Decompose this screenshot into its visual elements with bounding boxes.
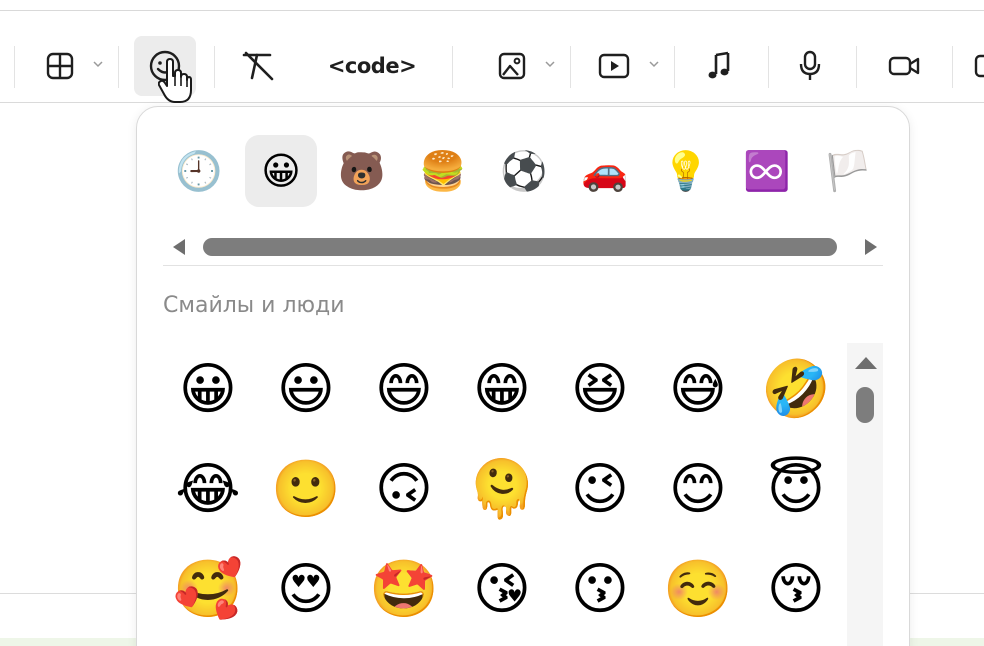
microphone-button[interactable] — [792, 36, 828, 96]
toolbar-divider — [0, 102, 984, 103]
emoji-item[interactable]: 🙂 — [261, 445, 351, 535]
chevron-down-icon[interactable] — [648, 58, 660, 70]
soccer-ball-icon: ⚽ — [500, 149, 548, 193]
emoji-item[interactable]: 🙃 — [359, 445, 449, 535]
toolbar-separator — [14, 46, 15, 88]
category-activity-tab[interactable]: ⚽ — [488, 135, 560, 207]
camera-button[interactable] — [884, 36, 924, 96]
emoji-item[interactable]: 😆 — [555, 345, 645, 435]
emoji-item[interactable]: 😃 — [261, 345, 351, 435]
burger-icon: 🍔 — [419, 149, 467, 193]
audio-button[interactable] — [700, 36, 740, 96]
emoji-item[interactable]: 😗 — [555, 545, 645, 635]
emoji-item[interactable]: 😍 — [261, 545, 351, 635]
category-food-tab[interactable]: 🍔 — [407, 135, 479, 207]
more-button[interactable] — [970, 36, 984, 96]
music-note-icon — [708, 51, 730, 79]
vertical-scroll-thumb[interactable] — [856, 387, 874, 423]
microphone-icon — [799, 50, 821, 80]
editor-page: <code> 🕘 😀 🐻 🍔 ⚽ 🚗 💡 ♾️ 🏳️ Смайлы и люди… — [0, 0, 984, 646]
car-icon: 🚗 — [581, 149, 629, 193]
chevron-down-icon[interactable] — [92, 58, 104, 70]
scroll-right-arrow-icon[interactable] — [865, 239, 877, 255]
video-button[interactable] — [592, 36, 636, 96]
category-scrollbar[interactable] — [167, 235, 883, 259]
emoji-item[interactable]: 😀 — [163, 345, 253, 435]
flag-icon: 🏳️ — [824, 149, 872, 193]
toolbar-separator — [118, 46, 119, 88]
toolbar-separator — [952, 46, 953, 88]
emoji-item[interactable]: ☺️ — [653, 545, 743, 635]
category-flags-tab[interactable]: 🏳️ — [812, 135, 884, 207]
emoji-item[interactable]: 😄 — [359, 345, 449, 435]
video-play-icon — [598, 53, 630, 79]
partial-icon — [974, 54, 984, 78]
scroll-left-arrow-icon[interactable] — [173, 239, 185, 255]
emoji-item[interactable]: 😁 — [457, 345, 547, 435]
toolbar-separator — [768, 46, 769, 88]
emoji-item[interactable]: 😉 — [555, 445, 645, 535]
category-symbols-tab[interactable]: ♾️ — [731, 135, 803, 207]
emoji-vertical-scrollbar[interactable] — [847, 343, 883, 646]
emoji-item[interactable]: 😅 — [653, 345, 743, 435]
horizontal-scroll-thumb[interactable] — [203, 238, 837, 256]
category-recent-tab[interactable]: 🕘 — [163, 135, 235, 207]
clear-format-icon — [242, 51, 274, 81]
section-title: Смайлы и люди — [163, 293, 345, 318]
emoji-item[interactable]: 🤣 — [751, 345, 841, 435]
toolbar-separator — [452, 46, 453, 88]
emoji-item[interactable]: 😇 — [751, 445, 841, 535]
infinity-icon: ♾️ — [743, 149, 791, 193]
smiley-icon: 😀 — [261, 149, 301, 193]
emoji-grid: 😀 😃 😄 😁 😆 😅 🤣 😂 🙂 🙃 🫠 😉 😊 😇 🥰 😍 🤩 😘 😗 ☺️… — [163, 345, 853, 646]
editor-toolbar: <code> — [0, 12, 984, 102]
category-divider — [163, 265, 883, 266]
emoji-item[interactable]: 😂 — [163, 445, 253, 535]
code-button-label: <code> — [327, 54, 417, 78]
toolbar-separator — [674, 46, 675, 88]
emoji-item[interactable]: 😊 — [653, 445, 743, 535]
scroll-up-arrow-icon[interactable] — [855, 357, 877, 369]
emoji-picker-panel: 🕘 😀 🐻 🍔 ⚽ 🚗 💡 ♾️ � — [136, 106, 910, 646]
hand-cursor-icon — [158, 58, 192, 103]
image-icon — [498, 52, 526, 80]
table-icon — [46, 52, 74, 80]
chevron-down-icon[interactable] — [544, 58, 556, 70]
category-travel-tab[interactable]: 🚗 — [569, 135, 641, 207]
toolbar-separator — [570, 46, 571, 88]
table-button[interactable] — [40, 36, 80, 96]
emoji-item[interactable]: 😘 — [457, 545, 547, 635]
emoji-item[interactable]: 🫠 — [457, 445, 547, 535]
category-objects-tab[interactable]: 💡 — [650, 135, 722, 207]
emoji-item[interactable]: 🤩 — [359, 545, 449, 635]
toolbar-separator — [214, 46, 215, 88]
emoji-category-tabs: 🕘 😀 🐻 🍔 ⚽ 🚗 💡 ♾️ � — [137, 135, 909, 209]
light-bulb-icon: 💡 — [662, 149, 710, 193]
category-animals-tab[interactable]: 🐻 — [326, 135, 398, 207]
emoji-item[interactable]: 🥰 — [163, 545, 253, 635]
bear-icon: 🐻 — [338, 149, 386, 193]
code-button[interactable]: <code> — [322, 36, 422, 96]
top-divider — [0, 10, 984, 11]
emoji-item[interactable]: 😚 — [751, 545, 841, 635]
category-smileys-tab[interactable]: 😀 — [245, 135, 317, 207]
clock-icon: 🕘 — [175, 149, 223, 193]
toolbar-separator — [856, 46, 857, 88]
camera-icon — [888, 56, 920, 76]
image-button[interactable] — [492, 36, 532, 96]
clear-format-button[interactable] — [236, 36, 280, 96]
